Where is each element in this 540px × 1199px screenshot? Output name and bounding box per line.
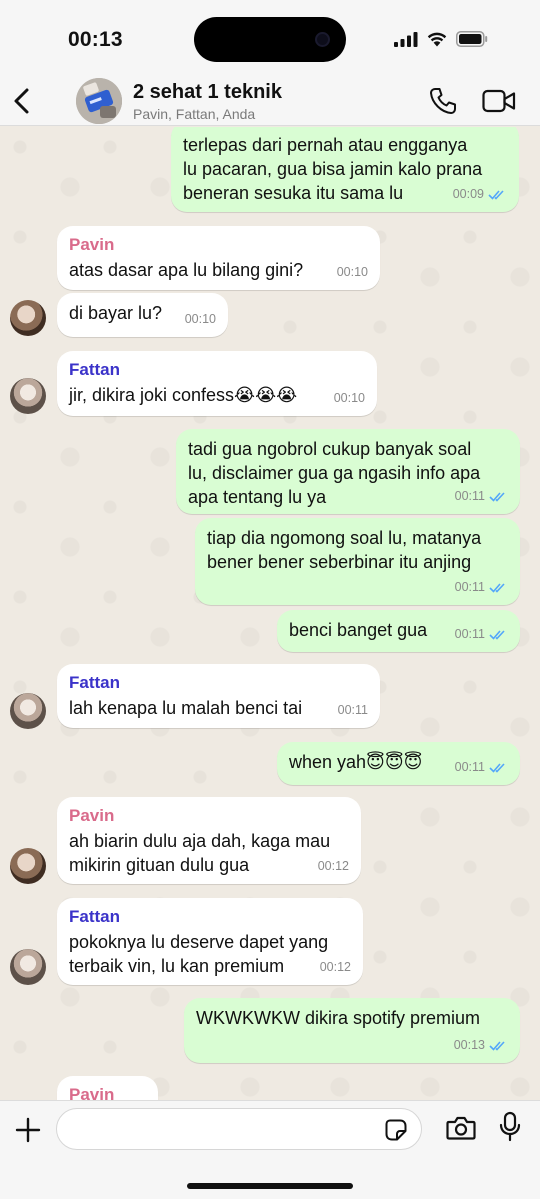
avatar-fattan[interactable] [10, 693, 46, 729]
read-receipt-icon [488, 189, 504, 200]
message-meta: 00:11 [455, 575, 508, 599]
plus-icon[interactable] [14, 1116, 42, 1144]
message-meta: 00:09 [453, 182, 507, 206]
message-time: 00:09 [452, 187, 484, 201]
read-receipt-icon [489, 762, 505, 773]
message-meta: 00:11 [455, 484, 508, 508]
message-meta: 00:12 [320, 955, 351, 979]
message-incoming[interactable]: Pavin atas dasar apa lu bilang gini? 00:… [57, 226, 380, 290]
message-meta: 00:12 [318, 854, 349, 878]
sender-name[interactable]: Fattan [69, 672, 368, 694]
message-incoming[interactable]: Fattan jir, dikira joki confess😭😭😭 00:10 [57, 351, 377, 416]
avatar-pavin[interactable] [10, 848, 46, 884]
chat-header: 2 sehat 1 teknik Pavin, Fattan, Anda [0, 76, 540, 126]
message-text: WKWKWKW dikira spotify premium [196, 1008, 481, 1028]
message-incoming[interactable]: di bayar lu? 00:10 [57, 293, 228, 337]
message-meta: 00:10 [337, 260, 368, 284]
signal-icon [394, 31, 418, 47]
message-input[interactable] [56, 1108, 422, 1150]
home-indicator[interactable] [187, 1183, 353, 1189]
sticker-icon[interactable] [384, 1118, 408, 1142]
group-avatar[interactable] [76, 78, 122, 124]
message-time: 00:10 [336, 265, 368, 279]
message-outgoing[interactable]: WKWKWKW dikira spotify premium 00:13 [184, 998, 520, 1063]
message-meta: 00:10 [185, 307, 216, 331]
front-camera [315, 32, 330, 47]
message-meta: 00:11 [455, 622, 508, 646]
message-incoming[interactable]: Fattan pokoknya lu deserve dapet yang te… [57, 898, 363, 985]
message-time: 00:11 [454, 627, 485, 641]
video-camera-icon[interactable] [482, 88, 516, 114]
microphone-icon[interactable] [498, 1111, 522, 1143]
composer-bar [0, 1100, 540, 1199]
message-text: tiap dia ngomong soal lu, matanya bener … [207, 528, 482, 572]
sender-name[interactable]: Pavin [69, 1084, 146, 1100]
message-text: pokoknya lu deserve dapet yang terbaik v… [69, 932, 329, 976]
sender-name[interactable]: Pavin [69, 805, 349, 827]
message-time: 00:11 [454, 760, 485, 774]
message-meta: 00:11 [455, 755, 508, 779]
read-receipt-icon [489, 629, 505, 640]
read-receipt-icon [489, 582, 505, 593]
read-receipt-icon [489, 491, 505, 502]
phone-icon[interactable] [428, 86, 458, 116]
message-text: jir, dikira joki confess😭😭😭 [69, 385, 298, 405]
message-incoming[interactable]: Pavin [57, 1076, 158, 1100]
message-outgoing[interactable]: terlepas dari pernah atau engganya lu pa… [171, 127, 519, 212]
battery-icon [456, 31, 488, 47]
group-title[interactable]: 2 sehat 1 teknik [133, 81, 282, 104]
status-icons [394, 31, 488, 47]
message-time: 00:10 [333, 391, 365, 405]
message-outgoing[interactable]: benci banget gua 00:11 [277, 610, 520, 652]
back-chevron-icon[interactable] [10, 84, 34, 118]
avatar-pavin[interactable] [10, 300, 46, 336]
message-outgoing[interactable]: tadi gua ngobrol cukup banyak soal lu, d… [176, 429, 520, 514]
message-time: 00:13 [453, 1038, 485, 1052]
message-meta: 00:10 [334, 386, 365, 410]
sender-name[interactable]: Pavin [69, 234, 368, 256]
avatar-fattan[interactable] [10, 949, 46, 985]
dynamic-island [194, 17, 346, 62]
message-meta: 00:13 [454, 1033, 508, 1057]
message-outgoing[interactable]: tiap dia ngomong soal lu, matanya bener … [195, 518, 520, 605]
message-time: 00:11 [454, 580, 485, 594]
message-text: ah biarin dulu aja dah, kaga mau mikirin… [69, 831, 331, 875]
message-incoming[interactable]: Fattan lah kenapa lu malah benci tai 00:… [57, 664, 380, 728]
sender-name[interactable]: Fattan [69, 359, 365, 381]
message-outgoing[interactable]: when yah😇😇😇 00:11 [277, 742, 520, 785]
message-time: 00:12 [319, 960, 351, 974]
avatar-fattan[interactable] [10, 378, 46, 414]
message-time: 00:12 [317, 859, 349, 873]
message-text: atas dasar apa lu bilang gini? [69, 260, 304, 280]
message-incoming[interactable]: Pavin ah biarin dulu aja dah, kaga mau m… [57, 797, 361, 884]
group-members[interactable]: Pavin, Fattan, Anda [133, 106, 255, 122]
group-photo [76, 78, 122, 124]
message-text: lah kenapa lu malah benci tai [69, 698, 303, 718]
message-time: 00:11 [454, 489, 485, 503]
status-bar: 00:13 [0, 0, 540, 76]
message-meta: 00:11 [338, 698, 368, 722]
camera-icon[interactable] [446, 1115, 476, 1141]
wifi-icon [427, 32, 447, 47]
message-time: 00:10 [184, 312, 216, 326]
read-receipt-icon [489, 1040, 505, 1051]
message-time: 00:11 [337, 703, 368, 717]
chat-area[interactable]: terlepas dari pernah atau engganya lu pa… [0, 127, 540, 1100]
sender-name[interactable]: Fattan [69, 906, 351, 928]
status-time: 00:13 [68, 28, 123, 51]
